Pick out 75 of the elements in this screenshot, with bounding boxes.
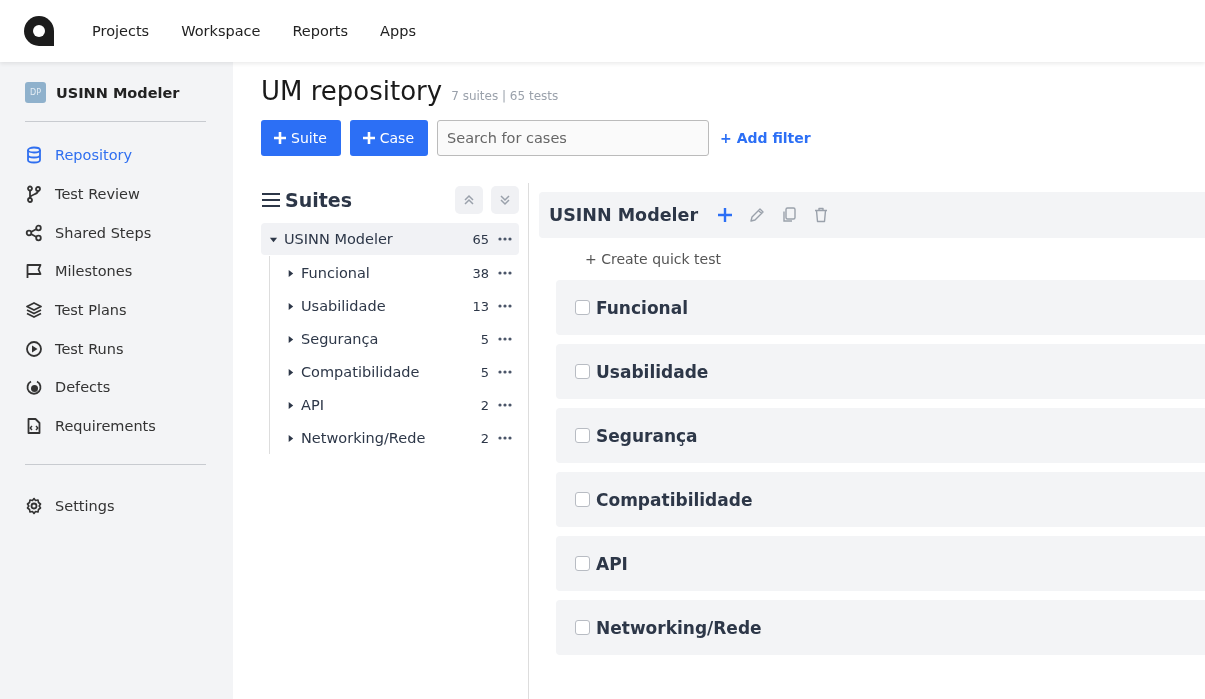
collapse-all-button[interactable] [455,186,483,214]
sidebar-item[interactable]: Defects [25,368,206,407]
logo-icon[interactable] [22,14,56,48]
caret-icon [286,433,295,443]
create-quick-test-link[interactable]: + Create quick test [585,251,721,267]
sidebar-item[interactable]: Test Review [25,174,206,214]
menu-icon [261,192,281,208]
suite-tree-item[interactable]: USINN Modeler 65 [261,223,519,255]
project-name: USINN Modeler [56,84,180,101]
nav-item[interactable]: Workspace [165,17,277,45]
repository-summary: 7 suites | 65 tests [451,89,559,103]
suite-name: Networking/Rede [596,617,762,638]
settings-icon [25,496,43,515]
sidebar-item[interactable]: Requirements [25,406,206,446]
search-field[interactable]: Search for cases [437,120,710,156]
suite-name: Segurança [596,425,698,446]
sidebar-item[interactable]: Test Plans [25,290,206,330]
play-circle-icon [25,339,43,358]
checkbox[interactable] [575,364,590,379]
plus-icon [361,131,376,145]
more-icon[interactable] [497,236,513,242]
nav-item[interactable]: Projects [76,17,166,45]
suite-tree-item[interactable]: Compatibilidade 5 [278,356,519,388]
nav-item[interactable]: Reports [276,17,365,45]
expand-all-button[interactable] [491,186,519,214]
more-icon[interactable] [497,336,513,342]
checkbox[interactable] [575,492,590,507]
sidebar-item[interactable]: Settings [25,486,206,526]
nav-item[interactable]: Apps [364,17,432,45]
suite-name: Funcional [596,297,688,318]
sidebar-item[interactable]: Repository [25,136,206,175]
add-filter-link[interactable]: + Add filter [720,130,811,146]
flag-icon [25,262,43,281]
checkbox[interactable] [575,620,590,635]
caret-icon [286,367,295,377]
chevrons-up-icon [463,194,475,206]
checkbox[interactable] [575,556,590,571]
sidebar-item[interactable]: Shared Steps [25,213,206,253]
page-title: UM repository [261,76,443,106]
suite-tree-item[interactable]: Usabilidade 13 [278,290,519,322]
code-file-icon [25,417,43,436]
suite-name: Compatibilidade [596,489,753,510]
database-icon [25,146,43,165]
suite-title: USINN Modeler [549,205,699,225]
sidebar-item[interactable]: Test Runs [25,329,206,369]
suite-tree-item[interactable]: API 2 [278,389,519,421]
add-button[interactable]: Case [349,120,429,156]
more-icon[interactable] [497,435,513,441]
add-icon[interactable] [716,206,735,224]
caret-icon [286,334,295,344]
caret-icon [286,268,295,278]
suite-tree-item[interactable]: Networking/Rede 2 [278,422,519,454]
sidebar-item[interactable]: Milestones [25,252,206,291]
layers-icon [25,301,43,320]
caret-icon [286,400,295,410]
checkbox[interactable] [575,428,590,443]
suites-title: Suites [285,189,352,211]
more-icon[interactable] [497,402,513,408]
caret-icon [286,301,295,311]
checkbox[interactable] [575,300,590,315]
more-icon[interactable] [497,270,513,276]
suite-tree-item[interactable]: Funcional 38 [278,257,519,289]
branch-icon [25,185,43,204]
suite-name: API [596,553,628,574]
plus-icon [273,131,287,145]
add-button[interactable]: Suite [261,120,341,156]
copy-icon[interactable] [780,206,799,224]
share-icon [25,223,43,242]
more-icon[interactable] [497,303,513,309]
more-icon[interactable] [497,369,513,375]
chevrons-down-icon [499,194,511,206]
suite-name: Usabilidade [596,361,709,382]
bug-icon [25,378,43,397]
project-avatar: DP [25,82,46,103]
suite-tree-item[interactable]: Segurança 5 [278,323,519,355]
